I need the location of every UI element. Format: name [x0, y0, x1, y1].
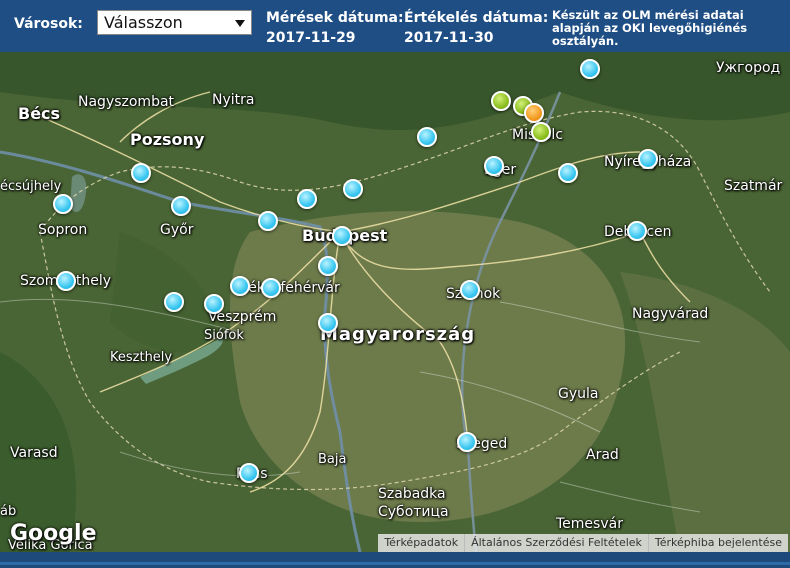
- app: Városok: Válasszon Mérések dátuma: 2017-…: [0, 0, 790, 568]
- city-select[interactable]: Válasszon: [97, 10, 252, 35]
- station-marker[interactable]: [417, 127, 437, 147]
- place-label: Keszthely: [110, 350, 173, 365]
- report-error-link[interactable]: Térképhiba bejelentése: [647, 534, 788, 552]
- place-label: Bécs: [18, 104, 61, 123]
- station-marker[interactable]: [53, 194, 73, 214]
- station-marker[interactable]: [171, 196, 191, 216]
- place-label: Siófok: [204, 328, 244, 343]
- place-label: Szatmár: [724, 178, 783, 194]
- map-terrain: [0, 52, 790, 552]
- country-label: Magyarország: [320, 324, 476, 345]
- place-label: Nyitra: [212, 92, 255, 108]
- station-marker[interactable]: [457, 432, 477, 452]
- station-marker[interactable]: [558, 163, 578, 183]
- evaluation-date-label: Értékelés dátuma:: [404, 10, 549, 26]
- place-label: Győr: [160, 222, 194, 238]
- place-label: écsújhely: [0, 179, 62, 194]
- station-marker[interactable]: [230, 276, 250, 296]
- station-marker[interactable]: [484, 156, 504, 176]
- place-label: Szabadka: [378, 486, 446, 502]
- station-marker[interactable]: [297, 189, 317, 209]
- place-label: áb: [0, 504, 17, 519]
- place-label: Arad: [586, 447, 619, 463]
- station-marker[interactable]: [318, 313, 338, 333]
- place-label: Varasd: [10, 445, 58, 461]
- place-label: Суботица: [378, 504, 449, 520]
- station-marker[interactable]: [164, 292, 184, 312]
- header-bar: Városok: Válasszon Mérések dátuma: 2017-…: [0, 0, 790, 52]
- measurement-date-value: 2017-11-29: [266, 30, 356, 46]
- station-marker[interactable]: [56, 271, 76, 291]
- place-label: Ужгород: [716, 60, 781, 76]
- station-marker[interactable]: [343, 179, 363, 199]
- station-marker[interactable]: [638, 149, 658, 169]
- city-select-value: Válasszon: [104, 13, 183, 32]
- place-label: Nagyvárad: [632, 306, 709, 322]
- footer-line: [0, 562, 790, 565]
- evaluation-date-value: 2017-11-30: [404, 30, 494, 46]
- station-marker[interactable]: [204, 294, 224, 314]
- station-marker[interactable]: [131, 163, 151, 183]
- source-note: Készült az OLM mérési adatai alapján az …: [552, 8, 748, 48]
- station-marker[interactable]: [531, 122, 551, 142]
- station-marker[interactable]: [318, 256, 338, 276]
- cities-label: Városok:: [14, 16, 83, 32]
- chevron-down-icon: [235, 20, 245, 27]
- map-attribution: Térképadatok Általános Szerződési Feltét…: [378, 534, 788, 552]
- terms-link[interactable]: Általános Szerződési Feltételek: [464, 534, 648, 552]
- station-marker[interactable]: [627, 221, 647, 241]
- place-label: Sopron: [38, 222, 88, 238]
- place-label: Gyula: [558, 386, 599, 402]
- map-data-link[interactable]: Térképadatok: [378, 534, 464, 552]
- station-marker[interactable]: [239, 463, 259, 483]
- station-marker[interactable]: [258, 211, 278, 231]
- map-area[interactable]: Bécs Nagyszombat Nyitra Pozsony écsújhel…: [0, 52, 790, 552]
- station-marker[interactable]: [332, 226, 352, 246]
- station-marker[interactable]: [460, 280, 480, 300]
- place-label: Temesvár: [556, 516, 623, 532]
- station-marker[interactable]: [491, 91, 511, 111]
- footer-bar: [0, 552, 790, 568]
- station-marker[interactable]: [580, 59, 600, 79]
- station-marker[interactable]: [524, 103, 544, 123]
- place-label: Pozsony: [130, 130, 205, 149]
- place-label: Nagyszombat: [78, 94, 175, 110]
- place-label: Baja: [318, 452, 347, 467]
- station-marker[interactable]: [261, 278, 281, 298]
- measurement-date-label: Mérések dátuma:: [266, 10, 404, 26]
- google-logo: Google: [10, 521, 97, 546]
